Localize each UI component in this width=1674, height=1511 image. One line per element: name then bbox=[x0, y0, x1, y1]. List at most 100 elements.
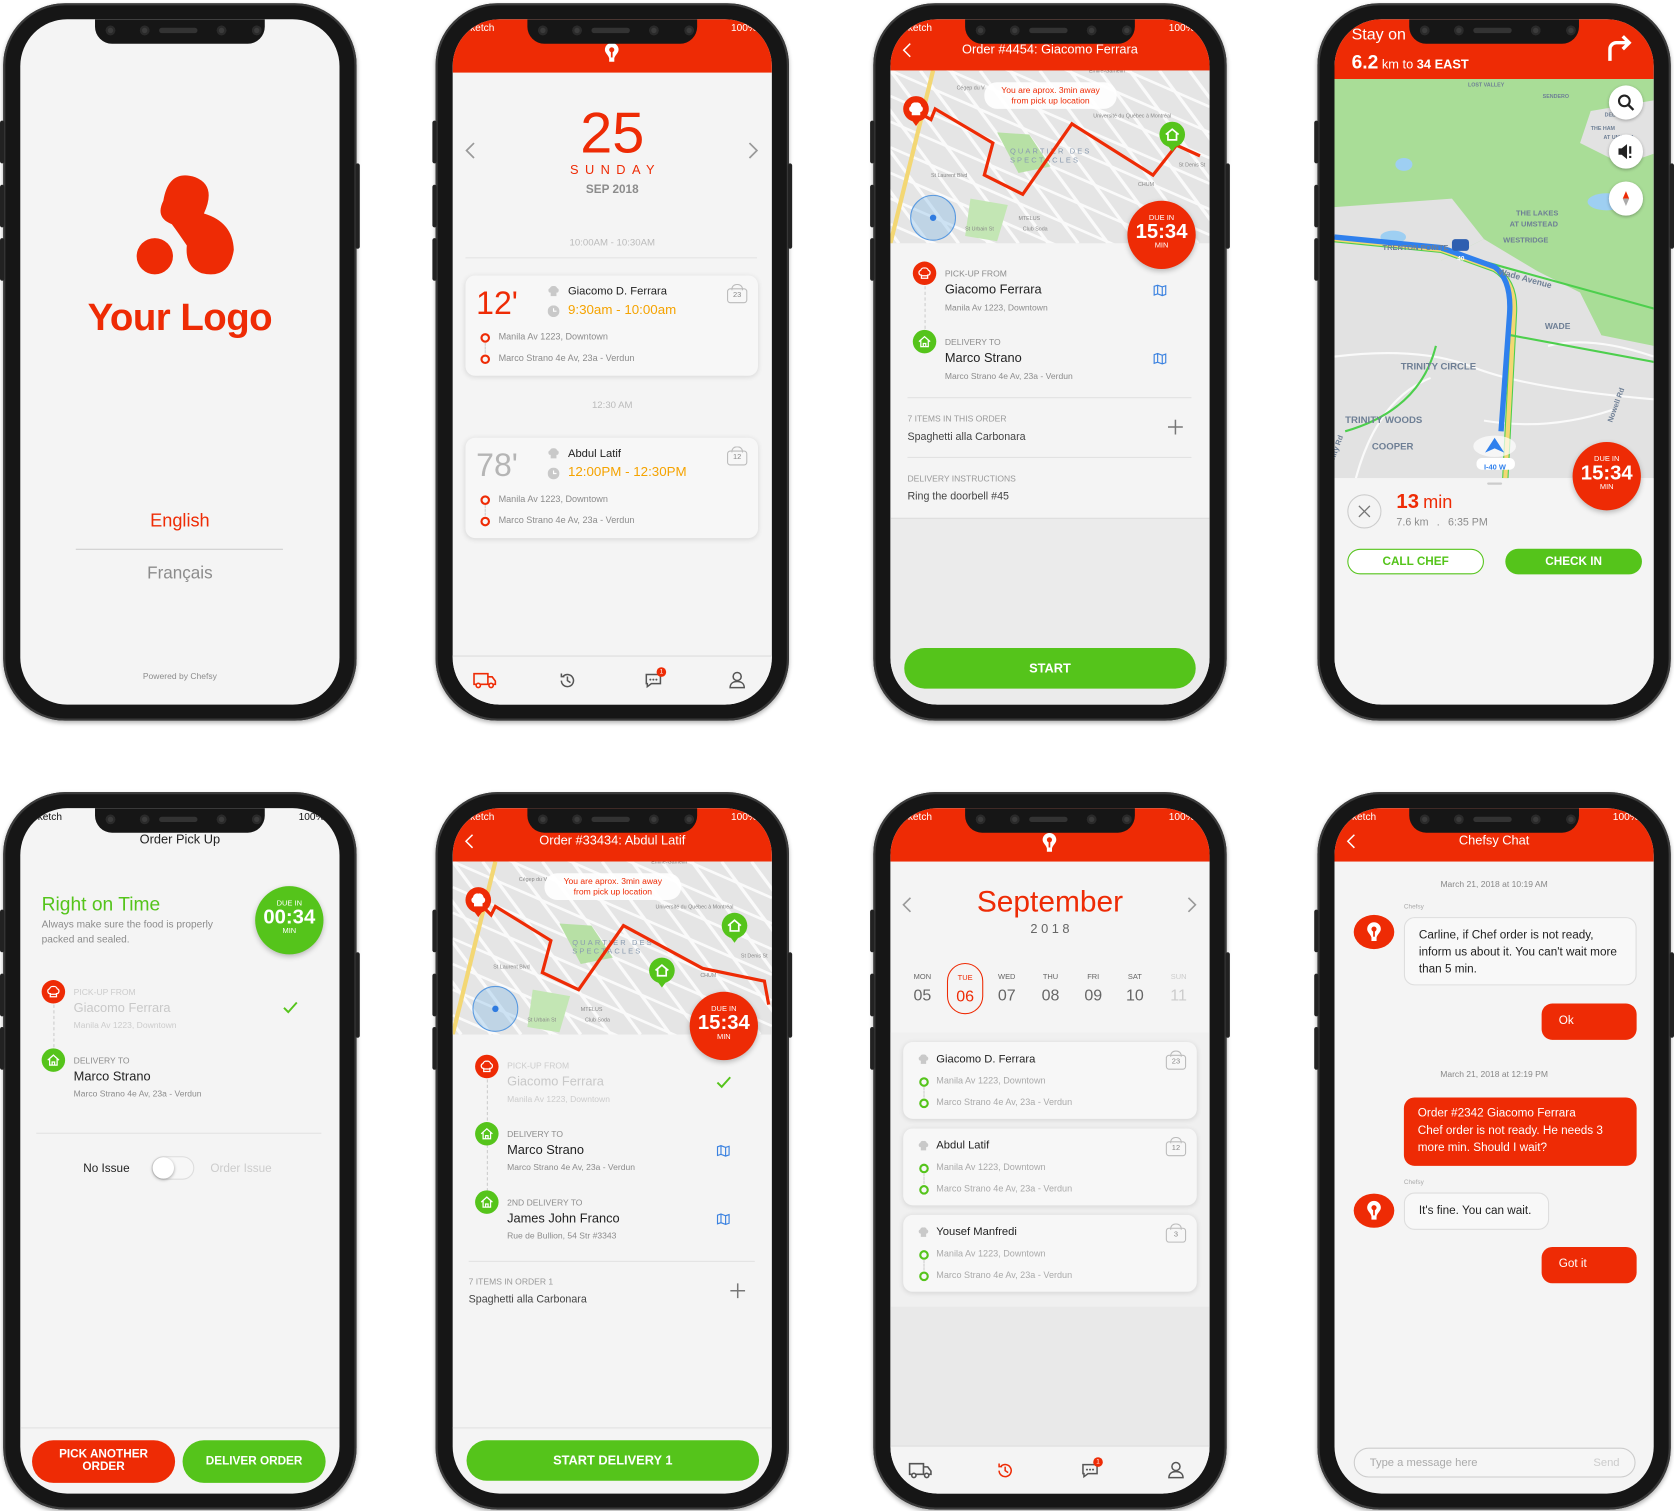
dropoff-address: Marco Strano 4e Av, 23a - Verdun bbox=[498, 352, 635, 363]
tab-profile-icon[interactable] bbox=[1167, 1460, 1185, 1479]
delivery-map-icon[interactable] bbox=[1153, 352, 1167, 365]
second-delivery-map-icon[interactable] bbox=[716, 1213, 730, 1226]
order-card[interactable]: Abdul Latif Manila Av 1223, Downtown Marco… bbox=[903, 1128, 1197, 1206]
map-label: LOST VALLEY bbox=[1468, 82, 1505, 88]
map-label: SENDERO bbox=[1543, 94, 1569, 100]
day-tue[interactable]: TUE 06 bbox=[946, 962, 984, 1015]
close-navigation-button[interactable] bbox=[1347, 494, 1382, 529]
map-label: I-40 W bbox=[1484, 463, 1507, 472]
call-chef-button[interactable]: CALL CHEF bbox=[1347, 548, 1484, 575]
pickup-chef-icon bbox=[41, 980, 66, 1004]
map-label: CHUM bbox=[1138, 182, 1154, 188]
language-english[interactable]: English bbox=[20, 510, 339, 531]
order-title: Order #4454: Giacomo Ferrara bbox=[962, 41, 1138, 57]
due-timer: DUE IN 15:34 MIN bbox=[1572, 441, 1641, 511]
pickup-done-check-icon bbox=[283, 1001, 298, 1014]
chef-hat-icon bbox=[917, 1139, 930, 1152]
order-card[interactable]: 12' Giacomo D. Ferrara 9:30am - 10:00am Man… bbox=[465, 275, 758, 376]
map-search-button[interactable] bbox=[1608, 85, 1644, 120]
dropoff-dot bbox=[919, 1185, 929, 1195]
issue-toggle[interactable] bbox=[151, 1156, 195, 1180]
message-input[interactable]: Type a message here Send bbox=[1353, 1447, 1636, 1478]
order-card[interactable]: Yousef Manfredi Manila Av 1223, Downtown M… bbox=[903, 1214, 1197, 1292]
tab-history-icon[interactable] bbox=[558, 672, 576, 690]
chefsy-avatar bbox=[1353, 1193, 1395, 1228]
dropoff-dot bbox=[480, 354, 491, 365]
divider bbox=[907, 397, 1192, 399]
toggle-knob bbox=[152, 1157, 175, 1179]
second-delivery-house-icon bbox=[475, 1190, 499, 1214]
day-name: FRI bbox=[1087, 973, 1100, 982]
day-sat[interactable]: SAT 10 bbox=[1117, 963, 1153, 1014]
due-timer: DUE IN 15:34 MIN bbox=[1127, 200, 1196, 270]
day-sun[interactable]: SUN 11 bbox=[1160, 963, 1196, 1014]
audio-alert-button[interactable] bbox=[1608, 134, 1644, 169]
status-carrier: Sketch bbox=[463, 811, 495, 824]
route-connector bbox=[484, 504, 486, 516]
day-thu[interactable]: THU 08 bbox=[1032, 963, 1068, 1014]
send-button[interactable]: Send bbox=[1593, 1456, 1619, 1469]
dropoff-address: Marco Strano 4e Av, 23a - Verdun bbox=[498, 514, 635, 526]
map-label: St Laurent Blvd bbox=[931, 173, 967, 179]
status-carrier: Sketch bbox=[1345, 811, 1377, 824]
expand-items-button[interactable] bbox=[730, 1283, 746, 1299]
message-text: Chef order is not ready. He needs 3 more… bbox=[1417, 1124, 1603, 1154]
pickup-map-icon[interactable] bbox=[1153, 284, 1167, 297]
notch bbox=[527, 808, 698, 833]
map-eta-bubble: You are aprox. 3min away from pick up lo… bbox=[984, 82, 1117, 110]
route-connector bbox=[484, 342, 486, 354]
arrival-time: 6:35 PM bbox=[1448, 516, 1488, 529]
day-number: 25 bbox=[580, 101, 645, 166]
language-french[interactable]: Français bbox=[20, 565, 339, 585]
start-delivery-button[interactable]: START DELIVERY 1 bbox=[466, 1440, 760, 1481]
day-fri[interactable]: FRI 09 bbox=[1075, 963, 1111, 1014]
items-count-badge: 23 bbox=[727, 283, 748, 304]
day-name: SAT bbox=[1127, 973, 1142, 982]
clock-icon bbox=[547, 305, 560, 318]
status-battery: 100% bbox=[1168, 811, 1195, 824]
items-value: Spaghetti alla Carbonara bbox=[907, 431, 1026, 444]
deliver-order-button[interactable]: DELIVER ORDER bbox=[182, 1440, 326, 1483]
route-connector bbox=[923, 1259, 925, 1271]
pickup-name: Giacomo Ferrara bbox=[73, 1000, 171, 1016]
check-in-button[interactable]: CHECK IN bbox=[1505, 548, 1642, 575]
day-wed[interactable]: WED 07 bbox=[989, 963, 1025, 1014]
nav-distance: 6.2 bbox=[1351, 51, 1379, 73]
tab-deliveries-icon[interactable] bbox=[473, 672, 497, 689]
map-label: Club Soda bbox=[585, 1018, 610, 1024]
tab-history-icon[interactable] bbox=[996, 1462, 1014, 1480]
status-carrier: Sketch bbox=[901, 811, 933, 824]
day-mon[interactable]: MON 05 bbox=[904, 963, 940, 1014]
items-count-badge: 12 bbox=[727, 446, 748, 466]
pickup-dot bbox=[480, 333, 491, 343]
expand-items-button[interactable] bbox=[1167, 419, 1183, 435]
order-delivery-screen: Sketch 100% Order #33434: Abdul Latif Cé… bbox=[452, 808, 772, 1494]
map-label: Emilie-Gamelin bbox=[651, 862, 687, 866]
map-bubble-line: from pick up location bbox=[573, 886, 652, 897]
chef-name: Giacomo D. Ferrara bbox=[936, 1052, 1036, 1066]
items-count-badge: 12 bbox=[1165, 1136, 1187, 1157]
second-delivery-label: 2ND DELIVERY TO bbox=[507, 1197, 583, 1208]
road-map: LOST VALLEYSENDERODELTATHE HAMAT UMSTEAT… bbox=[1334, 79, 1654, 479]
start-button[interactable]: START bbox=[904, 648, 1196, 689]
quick-reply-ok[interactable]: Ok bbox=[1541, 1003, 1637, 1040]
tab-deliveries-icon[interactable] bbox=[908, 1462, 932, 1479]
delivery-map-icon[interactable] bbox=[716, 1144, 730, 1157]
pickup-dot bbox=[480, 495, 491, 505]
chat-notification-badge: 1 bbox=[656, 667, 667, 677]
due-unit: MIN bbox=[1599, 483, 1614, 492]
sheet-handle[interactable] bbox=[1487, 482, 1503, 485]
phone-calendar: Sketch 100% September 2 0 1 8 MON 05 TUE 06… bbox=[870, 792, 1230, 1510]
eta-minutes: 12' bbox=[476, 286, 518, 322]
navigation-map[interactable]: LOST VALLEYSENDERODELTATHE HAMAT UMSTEAT… bbox=[1334, 79, 1654, 479]
nav-distance-unit: km to bbox=[1381, 56, 1414, 72]
notch bbox=[1409, 808, 1579, 833]
tab-profile-icon[interactable] bbox=[728, 670, 746, 689]
quick-reply-got-it[interactable]: Got it bbox=[1541, 1246, 1637, 1284]
day-number: 06 bbox=[956, 987, 975, 1006]
navigation-screen: Stay on 6.2 km to 34 EAST LOST VALLEY SEN… bbox=[1334, 19, 1654, 705]
order-card[interactable]: Giacomo D. Ferrara Manila Av 1223, Downto… bbox=[903, 1041, 1197, 1119]
order-card[interactable]: 78' Abdul Latif 12:00PM - 12:30PM Manila Av… bbox=[465, 437, 758, 539]
pick-another-order-button[interactable]: PICK ANOTHER ORDER bbox=[32, 1440, 176, 1483]
compass-button[interactable] bbox=[1608, 181, 1644, 216]
